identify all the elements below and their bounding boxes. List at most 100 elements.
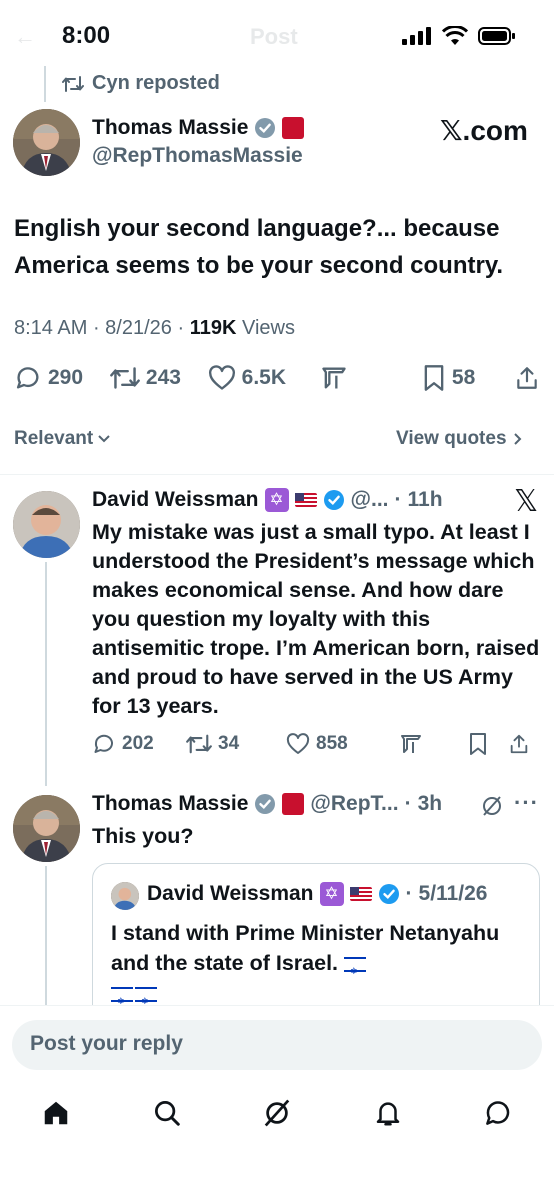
reply-count: 290 [48,366,84,389]
reply-button[interactable]: 202 [92,732,186,756]
chevron-right-icon [513,433,521,445]
like-button[interactable]: 858 [286,733,398,755]
status-time: 8:00 [62,22,111,49]
repost-icon [62,75,84,92]
author-handle[interactable]: @... [351,488,389,512]
grok-edit-icon [401,735,421,753]
verified-badge-icon [255,118,276,138]
post-actions: 290 243 6.5K 58 [14,364,540,392]
grok-icon[interactable] [480,794,504,818]
us-flag-icon [349,887,372,901]
notifications-bell-icon[interactable] [373,1098,403,1128]
battery-icon [478,27,515,45]
reply-icon [94,734,113,753]
view-quotes-link[interactable]: View quotes [396,428,523,450]
repost-count: 243 [145,366,181,389]
avatar [111,882,139,910]
bottom-tab-bar [0,1098,554,1138]
search-icon[interactable] [152,1098,182,1128]
quote-date: 5/11/26 [418,882,488,905]
grok-analytics-button[interactable] [319,364,378,392]
post-time[interactable]: 8:14 AM [14,317,87,339]
bookmark-icon [424,365,444,391]
repost-indicator[interactable]: Cyn reposted [62,72,220,95]
wifi-icon [442,26,468,45]
reply-text: This you? [92,824,194,848]
share-button[interactable] [508,732,530,756]
share-button[interactable] [514,364,540,392]
back-arrow-icon[interactable]: ← [14,24,36,50]
post-date[interactable]: 8/21/26 [105,317,172,339]
sort-dropdown[interactable]: Relevant [14,428,111,450]
israel-flag-icon [135,986,157,1016]
chevron-down-icon [98,435,110,443]
heart-icon [286,733,310,754]
avatar[interactable] [13,491,80,558]
author-handle[interactable]: @RepT... [310,792,398,816]
x-logo-icon: 𝕏 [514,485,539,518]
home-icon[interactable] [41,1098,71,1128]
like-count: 858 [316,733,348,754]
avatar-image [111,882,139,910]
thread-line [45,866,47,1006]
grok-analytics-button[interactable] [398,732,468,756]
reply-button[interactable]: 290 [14,364,102,392]
grok-edit-icon [322,367,346,389]
star-of-david-icon: ✡ [319,882,344,906]
reply-actions: 202 34 858 [92,732,544,756]
more-options-icon[interactable]: ··· [514,790,539,816]
avatar-image [13,491,80,558]
thread-line [44,66,46,102]
star-of-david-icon: ✡ [264,488,289,512]
avatar[interactable] [13,795,80,862]
thread-line [45,562,47,786]
gop-affiliation-icon [282,117,305,139]
page-title: Post [250,24,298,49]
post-text: English your second language?... because… [14,215,504,279]
share-icon [517,367,537,389]
heart-icon [208,365,235,390]
bookmark-button[interactable]: 58 [422,364,500,392]
quote-text-container: I stand with Prime Minister Netanyahu an… [111,918,521,1016]
quote-text: I stand with Prime Minister Netanyahu an… [111,921,500,975]
post-age[interactable]: 3h [418,792,443,816]
sort-label: Relevant [14,428,94,449]
repost-icon [186,734,212,754]
grok-icon[interactable] [262,1098,292,1128]
bookmark-button[interactable] [468,732,508,756]
us-flag-icon [294,493,317,507]
post-meta: 8:14 AM · 8/21/26 · 119K Views [14,317,295,339]
repost-label: Cyn reposted [92,72,220,94]
avatar-image [13,109,80,176]
views-count: 119K [189,317,237,339]
bookmark-icon [470,733,486,755]
views-label: Views [241,317,295,339]
messages-icon[interactable] [483,1098,513,1128]
verified-badge-icon [378,884,399,904]
status-icons [402,26,516,46]
author-name[interactable]: Thomas Massie [92,792,248,816]
x-watermark: 𝕏.com [440,115,528,146]
reply-text: My mistake was just a small typo. At lea… [92,520,540,718]
verified-badge-icon [323,490,344,510]
israel-flag-icon [111,986,133,1016]
reply-input[interactable]: Post your reply [12,1020,542,1070]
verified-badge-icon [255,794,276,814]
like-button[interactable]: 6.5K [208,365,306,391]
repost-button[interactable]: 34 [186,733,286,755]
author-handle[interactable]: @RepThomasMassie [92,144,303,168]
gop-affiliation-icon [282,793,305,815]
israel-flag-icon [344,956,366,986]
like-count: 6.5K [241,366,286,389]
author-name[interactable]: Thomas Massie [92,116,248,140]
repost-icon [110,367,140,389]
author-name[interactable]: David Weissman [92,488,259,512]
post-age[interactable]: 11h [408,488,443,512]
share-icon [510,734,528,754]
repost-button[interactable]: 243 [110,365,204,391]
quote-author-name: David Weissman [147,882,314,905]
bookmark-count: 58 [451,366,476,389]
avatar[interactable] [13,109,80,176]
avatar-image [13,795,80,862]
quote-card[interactable]: David Weissman ✡ · 5/11/26 I stand with … [92,863,540,1023]
